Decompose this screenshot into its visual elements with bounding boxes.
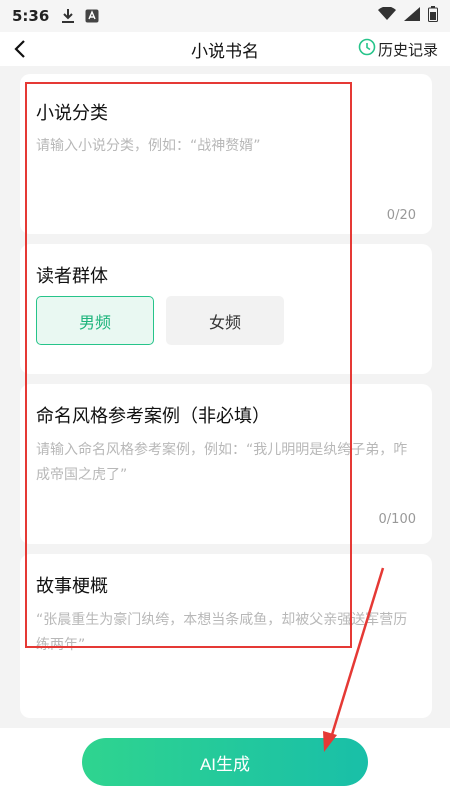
audience-title: 读者群体: [36, 266, 108, 287]
style-char-counter: 0/100: [378, 512, 416, 527]
option-female-audience[interactable]: 女频: [166, 296, 284, 345]
history-label: 历史记录: [377, 40, 438, 59]
genre-input[interactable]: 请输入小说分类，例如：“战神赘婿”: [36, 134, 410, 159]
synopsis-title: 故事梗概: [36, 576, 108, 597]
form-content: 小说分类 请输入小说分类，例如：“战神赘婿” 0/20 读者群体 男频 女频 命…: [0, 66, 450, 728]
signal-icon: [404, 7, 420, 25]
style-title: 命名风格参考案例（非必填）: [36, 406, 270, 427]
ai-generate-button[interactable]: AI生成: [82, 738, 368, 786]
page-title: 小说书名: [191, 41, 259, 62]
synopsis-input[interactable]: “张晨重生为豪门纨绔，本想当条咸鱼，却被父亲强送军营历练两年”: [36, 608, 410, 658]
history-button[interactable]: 历史记录: [358, 38, 438, 60]
clock-icon: [358, 38, 376, 60]
genre-title: 小说分类: [36, 103, 108, 124]
genre-card[interactable]: 小说分类 请输入小说分类，例如：“战神赘婿” 0/20: [20, 74, 432, 234]
wifi-icon: [378, 6, 396, 25]
nav-bar: 小说书名 历史记录: [0, 32, 450, 66]
style-input[interactable]: 请输入命名风格参考案例，例如：“我儿明明是纨绔子弟，咋成帝国之虎了”: [36, 438, 410, 488]
battery-icon: [428, 6, 438, 26]
back-arrow-icon[interactable]: [10, 38, 32, 60]
notification-app-icon: [85, 9, 99, 23]
synopsis-card[interactable]: 故事梗概 “张晨重生为豪门纨绔，本想当条咸鱼，却被父亲强送军营历练两年”: [20, 554, 432, 718]
option-male-audience[interactable]: 男频: [36, 296, 154, 345]
status-bar: 5:36: [0, 0, 450, 32]
status-time: 5:36: [12, 7, 50, 25]
audience-card: 读者群体 男频 女频: [20, 244, 432, 374]
bottom-bar: AI生成: [0, 728, 450, 800]
style-card[interactable]: 命名风格参考案例（非必填） 请输入命名风格参考案例，例如：“我儿明明是纨绔子弟，…: [20, 384, 432, 544]
download-icon: [61, 8, 75, 24]
genre-char-counter: 0/20: [386, 208, 416, 223]
